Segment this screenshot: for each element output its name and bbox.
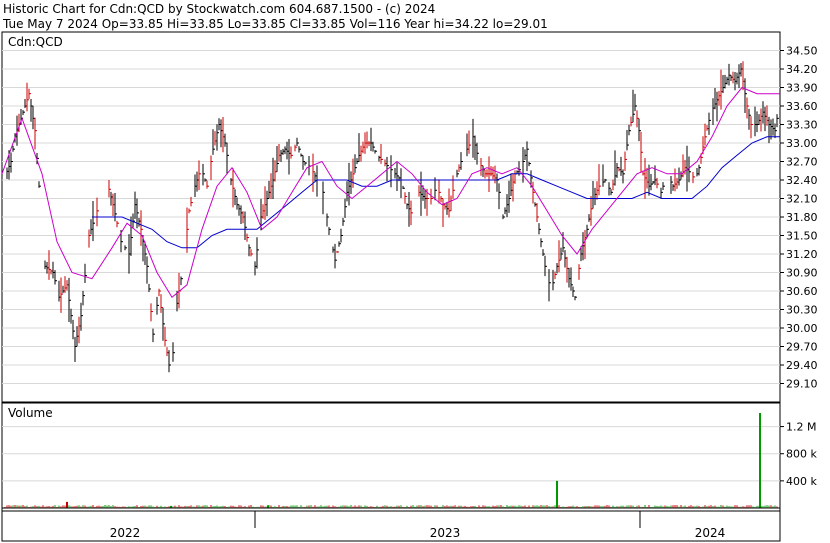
- price-tick-label: 30.60: [786, 285, 818, 298]
- year-label: 2024: [695, 526, 726, 540]
- price-tick-label: 33.60: [786, 100, 818, 113]
- price-tick-label: 30.90: [786, 267, 818, 280]
- price-tick-label: 32.10: [786, 193, 818, 206]
- year-label: 2023: [430, 526, 461, 540]
- volume-tick-label: 1.2 M: [786, 421, 816, 434]
- price-tick-label: 31.20: [786, 248, 818, 261]
- chart-canvas: 34.50 34.20 33.90 33.60 33.30 33.00 32.70 32.40…: [1, 31, 818, 542]
- price-tick-label: 29.70: [786, 341, 818, 354]
- volume-panel-title: Volume: [8, 406, 53, 420]
- price-tick-label: 34.50: [786, 45, 818, 58]
- price-tick-label: 33.90: [786, 82, 818, 95]
- price-tick-label: 34.20: [786, 63, 818, 76]
- price-tick-label: 32.40: [786, 174, 818, 187]
- volume-tick-label: 400 k: [786, 475, 817, 488]
- price-tick-label: 30.00: [786, 322, 818, 335]
- volume-panel: [1, 402, 781, 512]
- price-tick-label: 32.70: [786, 156, 818, 169]
- price-tick-label: 29.10: [786, 378, 818, 391]
- price-tick-label: 30.30: [786, 304, 818, 317]
- volume-tick-label: 800 k: [786, 448, 817, 461]
- price-panel-title: Cdn:QCD: [8, 35, 63, 49]
- price-tick-label: 33.30: [786, 119, 818, 132]
- price-tick-label: 33.00: [786, 137, 818, 150]
- year-label: 2022: [110, 526, 141, 540]
- price-tick-label: 31.80: [786, 211, 818, 224]
- price-tick-label: 29.40: [786, 359, 818, 372]
- price-tick-label: 31.50: [786, 230, 818, 243]
